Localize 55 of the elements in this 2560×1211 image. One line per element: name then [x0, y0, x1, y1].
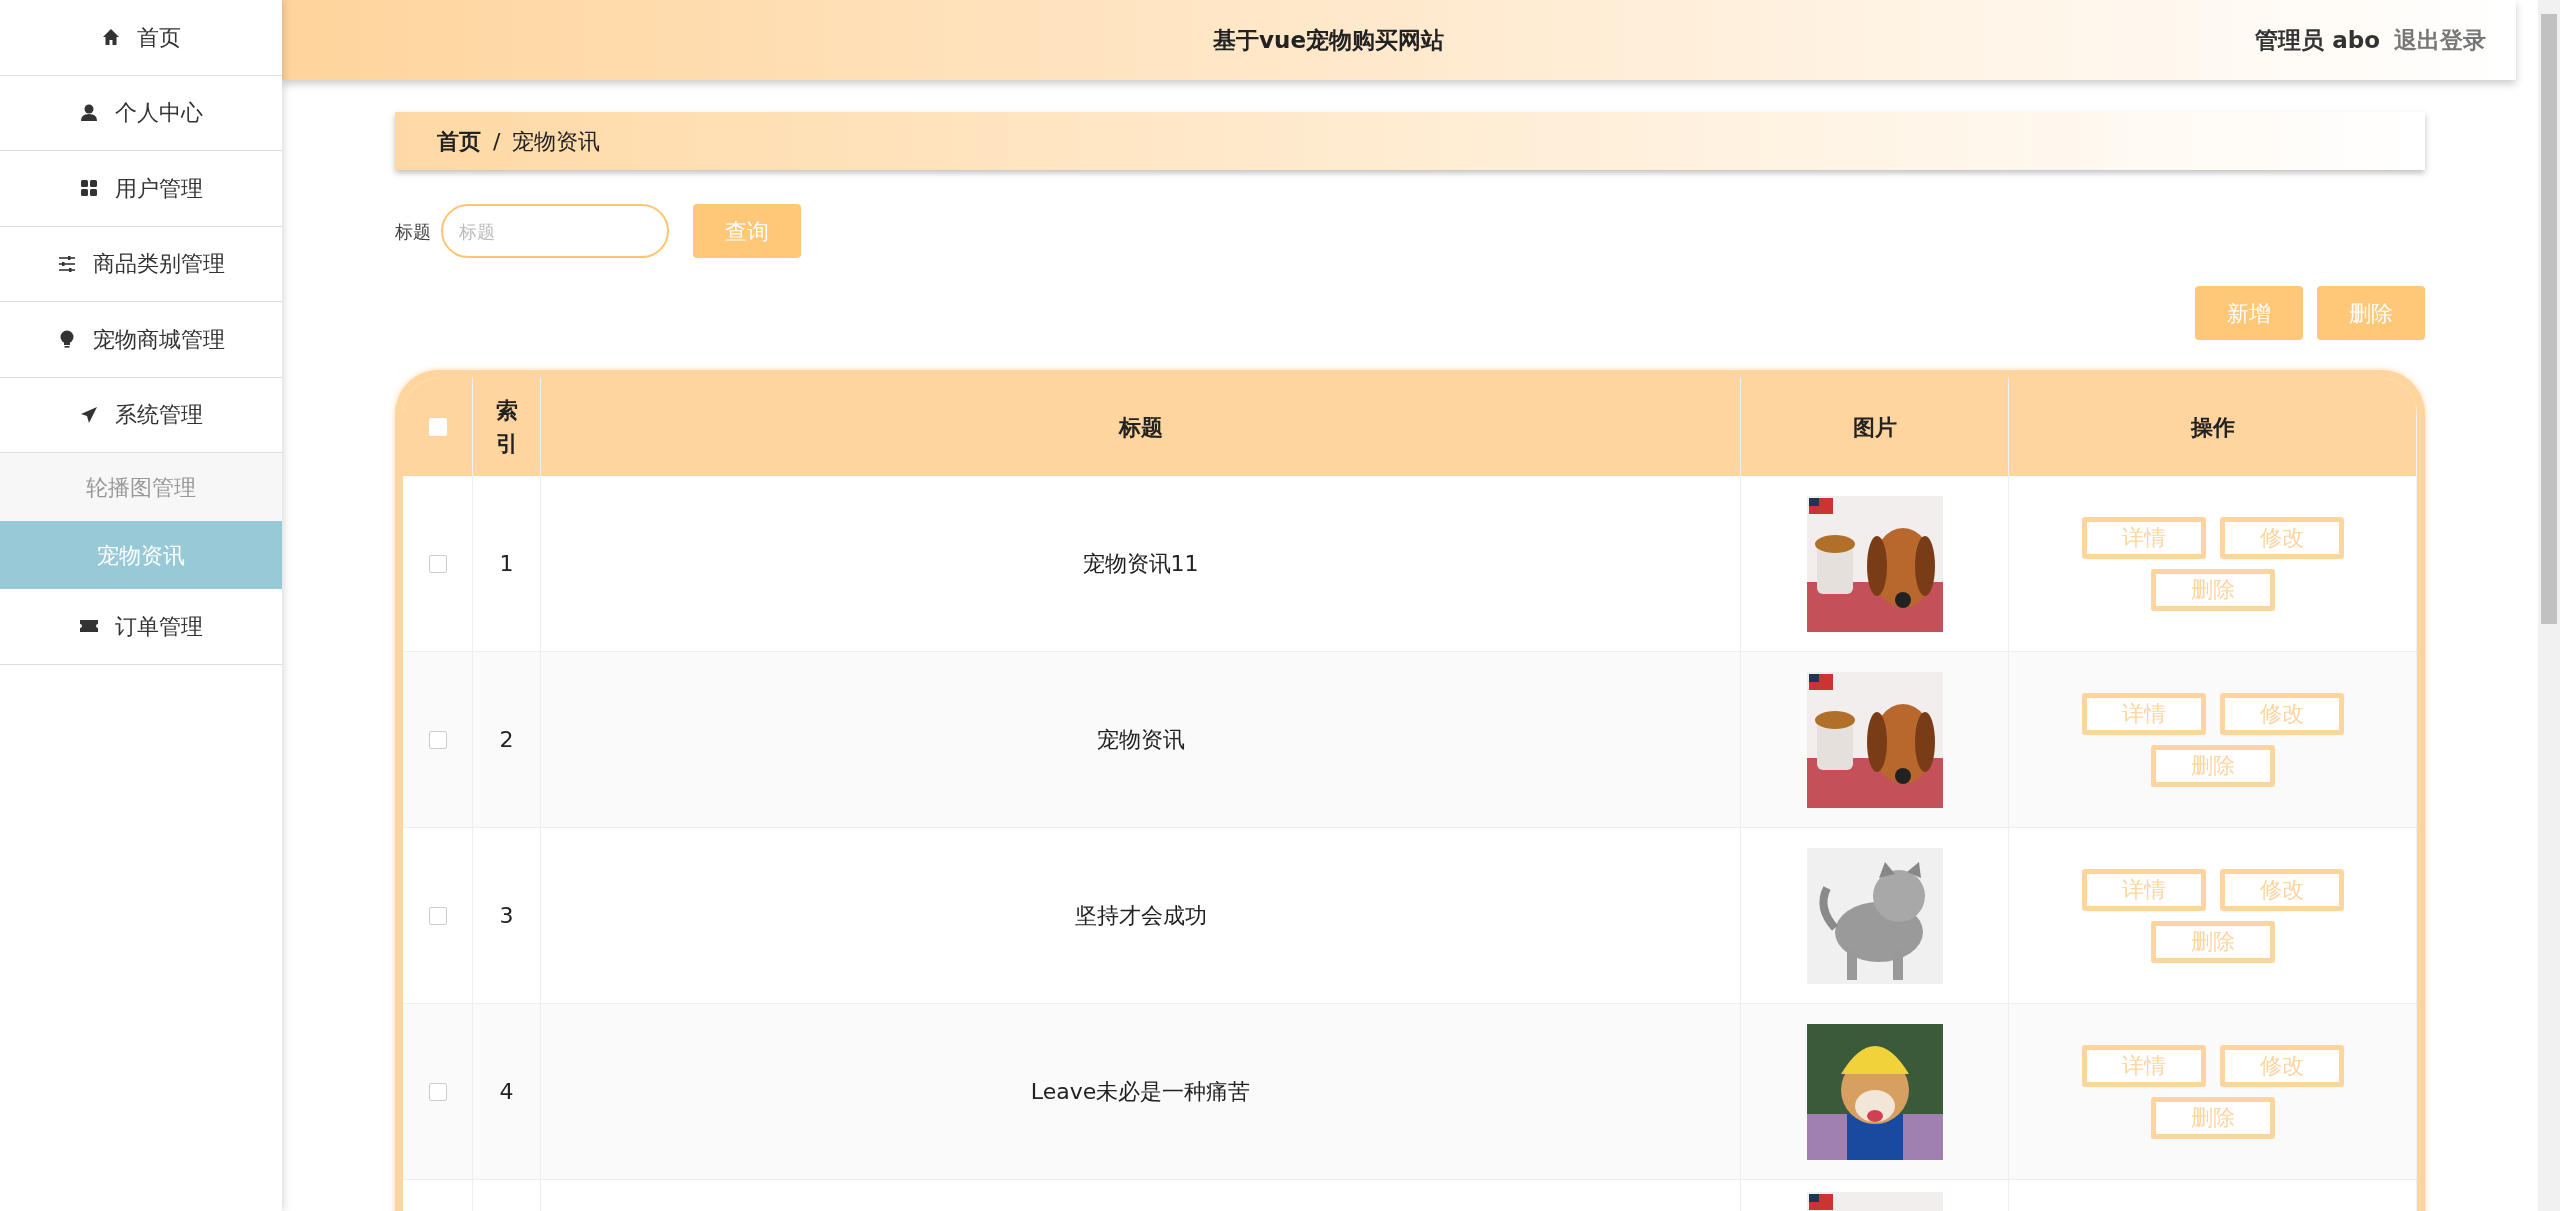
delete-button[interactable]: 删除: [2150, 568, 2275, 611]
site-title: 基于vue宠物购买网站: [1212, 25, 1446, 55]
table-cell-text: 4: [499, 1078, 514, 1106]
edit-button[interactable]: 修改: [2219, 516, 2344, 559]
paper-plane-icon: [79, 404, 99, 425]
logout-link[interactable]: 退出登录: [2394, 22, 2486, 58]
sidebar-item[interactable]: 首页: [0, 0, 282, 76]
details-button[interactable]: 详情: [2081, 516, 2206, 559]
table-cell-text: 宠物资讯11: [1082, 550, 1199, 578]
search-field[interactable]: 标题: [441, 204, 669, 258]
column-header: 图片: [1852, 413, 1897, 442]
checkbox[interactable]: [428, 906, 447, 925]
table-cell-text: 坚持才会成功: [1074, 902, 1207, 930]
user-name: 管理员 abo: [2255, 25, 2380, 55]
sliders-icon: [57, 253, 77, 274]
home-icon: [101, 27, 121, 48]
checkbox[interactable]: [428, 730, 447, 749]
breadcrumb-link[interactable]: 首页: [437, 124, 481, 158]
sidebar-item[interactable]: 系统管理: [0, 377, 282, 453]
column-header: 操作: [2190, 413, 2235, 442]
checkbox[interactable]: [428, 554, 447, 573]
scrollbar[interactable]: [2538, 0, 2560, 1211]
sidebar-item[interactable]: 个人中心: [0, 75, 282, 151]
scrollbar-thumb[interactable]: [2541, 14, 2557, 624]
breadcrumb-current: 宠物资讯: [512, 127, 601, 156]
details-button[interactable]: 详情: [2081, 692, 2206, 735]
submenu-item[interactable]: 轮播图管理: [0, 453, 282, 521]
person-icon: [79, 102, 99, 123]
add-button[interactable]: 新增: [2195, 286, 2303, 340]
search-label: 标题: [395, 219, 431, 244]
checkbox[interactable]: [428, 1082, 447, 1101]
search-button[interactable]: 查询: [693, 204, 801, 258]
details-button[interactable]: 详情: [2081, 1044, 2206, 1087]
column-header: 索引: [494, 397, 519, 458]
delete-button[interactable]: 删除: [2317, 286, 2425, 340]
submenu-item[interactable]: 宠物资讯: [0, 521, 282, 589]
edit-button[interactable]: 修改: [2219, 692, 2344, 735]
sidebar-item[interactable]: 宠物商城管理: [0, 302, 282, 378]
delete-button[interactable]: 删除: [2150, 1096, 2275, 1139]
sidebar-item[interactable]: 用户管理: [0, 151, 282, 227]
delete-button[interactable]: 删除: [2150, 920, 2275, 963]
table-cell-text: 1: [499, 550, 514, 578]
edit-button[interactable]: 修改: [2219, 1044, 2344, 1087]
sidebar-item[interactable]: 商品类别管理: [0, 226, 282, 302]
table-cell-text: 宠物资讯: [1096, 726, 1185, 754]
edit-button[interactable]: 修改: [2219, 868, 2344, 911]
column-header: 标题: [1118, 413, 1163, 442]
breadcrumb-separator: /: [493, 127, 501, 156]
delete-button[interactable]: 删除: [2150, 744, 2275, 787]
details-button[interactable]: 详情: [2081, 868, 2206, 911]
sidebar-item[interactable]: 订单管理: [0, 589, 282, 665]
table-cell-text: 3: [499, 902, 514, 930]
grid-icon: [79, 178, 99, 199]
table-cell-text: Leave未必是一种痛苦: [1030, 1078, 1251, 1106]
table-cell-text: 2: [499, 726, 514, 754]
